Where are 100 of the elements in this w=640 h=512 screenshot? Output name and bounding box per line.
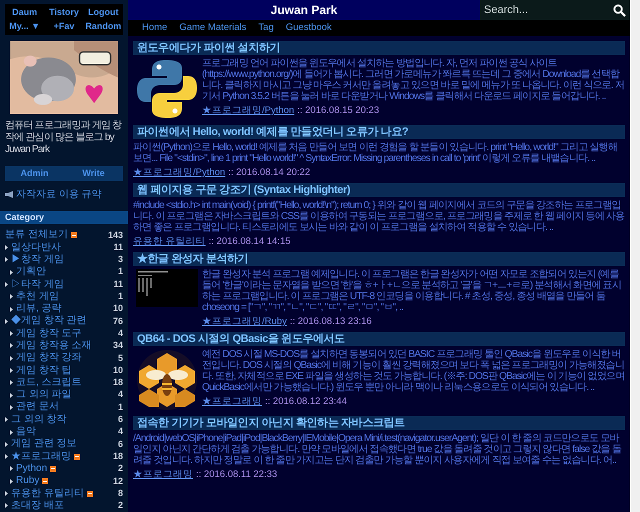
nav-link[interactable]: Home xyxy=(142,20,168,36)
category-count: 1 xyxy=(118,400,123,414)
expand-arrow-icon[interactable] xyxy=(10,404,13,410)
search-input[interactable]: Search... xyxy=(484,2,613,18)
category-link[interactable]: 기획안 xyxy=(16,266,46,278)
rss-icon[interactable] xyxy=(86,490,93,497)
category-link[interactable]: ★프로그래밍 xyxy=(11,450,71,463)
category-link[interactable]: 유용한 유틸리티 xyxy=(133,236,206,247)
expand-arrow-icon[interactable] xyxy=(10,392,13,398)
category-link[interactable]: 그 외의 파일 xyxy=(16,389,72,402)
category-count: 4 xyxy=(118,425,123,438)
expand-arrow-icon[interactable] xyxy=(5,417,8,422)
expand-arrow-icon[interactable] xyxy=(5,454,8,460)
admin-link[interactable]: Write xyxy=(64,166,123,180)
top-link[interactable]: +Fav xyxy=(44,21,84,32)
category-link[interactable]: ★프로그래밍 xyxy=(202,396,262,407)
category-count: 10 xyxy=(112,302,123,316)
top-link[interactable]: Daum xyxy=(5,7,44,18)
nav-link[interactable]: Game Materials xyxy=(179,20,246,36)
expand-arrow-icon[interactable] xyxy=(10,294,13,300)
scrollbar[interactable] xyxy=(630,0,640,512)
category-link[interactable]: 음악 xyxy=(16,426,36,438)
category-link[interactable]: 유용한 유틸리티 xyxy=(11,488,84,500)
category-count: 2 xyxy=(118,499,123,512)
expand-arrow-icon[interactable] xyxy=(5,318,8,324)
post-date: :: 2016.08.12 23:44 xyxy=(265,396,347,407)
category-count: 76 xyxy=(112,314,123,328)
category-count: 6 xyxy=(118,438,123,451)
category-count: 18 xyxy=(112,450,123,463)
expand-arrow-icon[interactable] xyxy=(10,466,13,472)
post-excerpt: /Android|webOS|iPhone|iPad|iPod|BlackBerry|IEMobile|Opera Mini/i.test(navigator.userAgent); 일단 이 한 줄의 코드만으로도 모바일인지 아닌지 간단하게 검출 가능합니다. 만약 모바일에서 접속했다면 true 값을 돌려줄 것이고 그렇지 않다면 false 값을 돌려줄 것입니다. 하지만 정말로 이 한 줄만 가지고는 단지 검출만 가능할 뿐이지 사용자에게 직접 보여줄 수는 없습니다. 어.. xyxy=(133,433,622,466)
site-title[interactable]: Juwan Park xyxy=(270,1,338,19)
category-count: 6 xyxy=(118,413,123,426)
expand-arrow-icon[interactable] xyxy=(10,306,13,312)
category-link[interactable]: 리뷰, 공략 xyxy=(16,303,62,316)
category-link[interactable]: Ruby xyxy=(16,475,40,488)
bee-hexagon-logo xyxy=(136,349,198,411)
expand-arrow-icon[interactable] xyxy=(5,503,8,508)
category-link[interactable]: 초대장 배포 xyxy=(11,500,64,512)
expand-arrow-icon[interactable] xyxy=(5,282,8,287)
expand-arrow-icon[interactable] xyxy=(10,430,13,435)
expand-arrow-icon[interactable] xyxy=(10,343,13,348)
blog-description: 컴퓨터 프로그래밍과 게임 창작에 관심이 많은 블로그 by Juwan Park xyxy=(5,120,123,156)
category-link[interactable]: Python xyxy=(16,462,48,475)
rss-icon[interactable] xyxy=(42,478,48,484)
post-date: :: 2016.08.13 23:16 xyxy=(290,316,372,327)
search-icon[interactable] xyxy=(613,4,626,16)
notice-link[interactable]: 자작자료 이용 규약 xyxy=(16,186,102,202)
category-link[interactable]: 게임 창작용 소재 xyxy=(16,340,92,352)
top-link[interactable]: Random xyxy=(84,21,123,32)
category-link[interactable]: ★프로그래밍 xyxy=(133,469,193,480)
category-count: 143 xyxy=(108,228,123,242)
expand-arrow-icon[interactable] xyxy=(10,356,13,361)
expand-arrow-icon[interactable] xyxy=(10,368,13,374)
top-link[interactable]: Tistory xyxy=(44,7,84,18)
category-link[interactable]: 추천 게임 xyxy=(16,290,59,303)
post-excerpt: #include <stdio.h> int main(void) { printf("Hello, world!\n"); return 0; } 위와 같이 웹 페이지에서 코드의 구문을 강조하는 프로그램입니다. 이 프로그램은 자바스크립트와 CSS를 이용하여 구동되는 프로그램으로, 프로그래밍을 주제로 한 웹 페이지 등에 사용하면 좋은 프로그램입니다. 티스토리에도 보시는 바와 같이 이 프로그램을 설치하여 적용할 수 있습니다. .. xyxy=(133,200,625,233)
top-link[interactable]: My... ▼ xyxy=(5,21,44,32)
category-link[interactable]: 게임 창작 팁 xyxy=(16,364,72,377)
expand-arrow-icon[interactable] xyxy=(10,331,13,336)
nav-link[interactable]: Guestbook xyxy=(286,20,332,36)
rss-icon[interactable] xyxy=(70,232,77,238)
category-count: 1 xyxy=(118,290,123,304)
post-date: :: 2016.08.11 22:33 xyxy=(196,469,278,480)
category-count: 34 xyxy=(112,339,123,352)
expand-arrow-icon[interactable] xyxy=(5,442,8,447)
category-link[interactable]: ▶창작 게임 xyxy=(11,254,64,266)
category-link[interactable]: 게임 창작 도구 xyxy=(16,328,82,340)
category-link[interactable]: 그 외의 창작 xyxy=(11,414,67,426)
expand-arrow-icon[interactable] xyxy=(10,270,13,275)
category-count: 4 xyxy=(118,388,123,402)
category-link[interactable]: ★프로그래밍/Python xyxy=(133,167,226,178)
category-link[interactable]: 관련 문서 xyxy=(16,401,59,414)
category-link[interactable]: 분류 전체보기 xyxy=(5,229,68,242)
category-link[interactable]: ◆게임 창작 관련 xyxy=(11,315,87,328)
post-date: :: 2016.08.15 20:23 xyxy=(297,105,380,116)
category-link[interactable]: ▷타작 게임 xyxy=(11,278,64,290)
category-count: 8 xyxy=(118,486,123,500)
category-link[interactable]: ★프로그래밍/Python xyxy=(202,105,294,116)
expand-arrow-icon[interactable] xyxy=(5,491,8,496)
top-link[interactable]: Logout xyxy=(84,7,123,18)
category-link[interactable]: 게임 창작 강좌 xyxy=(16,352,82,364)
search-field[interactable]: Search... xyxy=(480,0,630,20)
category-link[interactable]: 코드, 스크립트 xyxy=(16,376,82,389)
category-link[interactable]: 일상다반사 xyxy=(11,242,61,254)
category-link[interactable]: ★프로그래밍/Ruby xyxy=(202,316,287,327)
rss-icon[interactable] xyxy=(50,466,56,472)
expand-arrow-icon[interactable] xyxy=(10,478,13,484)
nav-link[interactable]: Tag xyxy=(258,20,274,36)
admin-link[interactable]: Admin xyxy=(5,166,64,180)
rss-icon[interactable] xyxy=(74,454,80,460)
category-count: 10 xyxy=(112,364,123,377)
category-count: 4 xyxy=(118,326,123,340)
post-excerpt: 파이썬(Python)으로 Hello, world! 예제를 처음 만들어 보면 이런 경험을 할 분들이 있습니다. print "Hello, world!" 그리고 실행해 보면... File "<stdin>", line 1 print "Hello world!" ^ SyntaxError: Missing parentheses in call to 'print' 이렇게 오류를 내뱉습니다. .. xyxy=(133,142,618,164)
expand-arrow-icon[interactable] xyxy=(5,245,8,250)
category-count: 18 xyxy=(112,376,123,390)
expand-arrow-icon[interactable] xyxy=(10,380,13,386)
post-excerpt: 한글 완성자 분석 프로그램 예제입니다. 이 프로그램은 한글 완성자가 어떤 자모로 조합되어 있는지 (예를 들어 '한글'이라는 문자열을 받으면 '한'을 ㅎ+ㅏ+ㄴ으로 분석하고 '글'을 ㄱ+ㅡ+ㄹ로) 분석해서 화면에 표시하는 프로그램입니다. 이 프로그램은 UTF-8 인코딩을 이용합니다. # 초성, 중성, 종성 배열을 만들어 둠 choseong = ["ㄱ", "ㄲ", "ㄴ", "ㄷ", "ㄸ", "ㄹ", "ㅁ", "ㅂ", .. xyxy=(202,269,622,313)
category-link[interactable]: 게임 관련 정보 xyxy=(11,438,77,450)
expand-arrow-icon[interactable] xyxy=(5,257,8,262)
